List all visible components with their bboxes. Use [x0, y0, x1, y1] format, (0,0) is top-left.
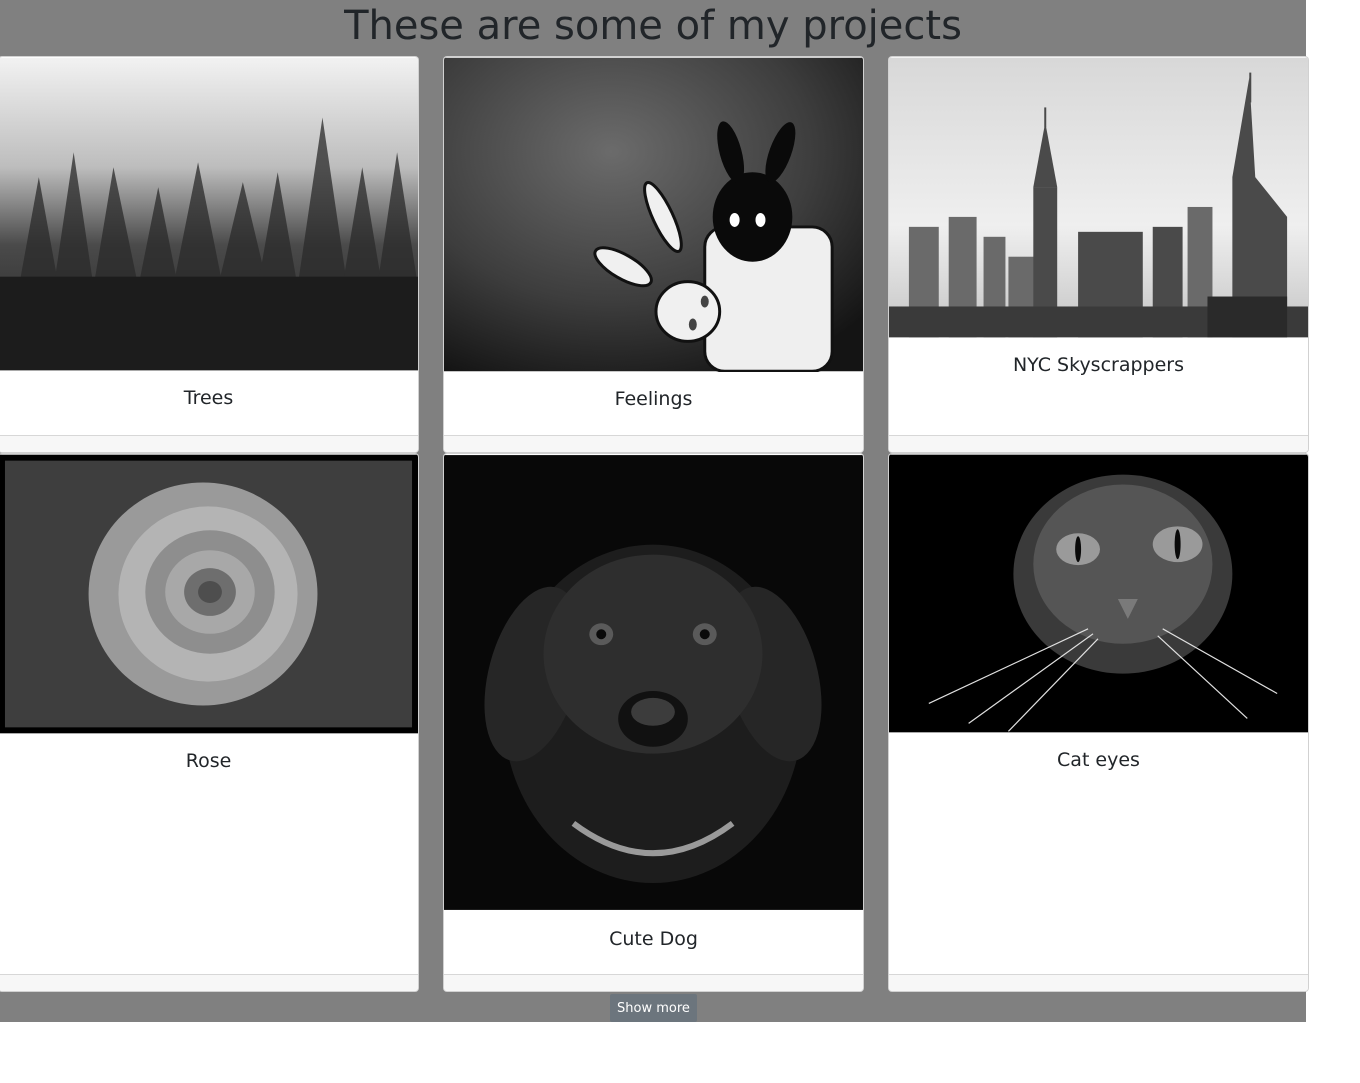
card-title: Feelings	[614, 388, 693, 410]
card-footer	[444, 435, 863, 452]
dog-image	[444, 455, 863, 910]
card-footer	[0, 974, 418, 991]
rose-image	[0, 454, 418, 734]
project-card-trees[interactable]: Trees	[0, 56, 419, 453]
nyc-image	[889, 57, 1308, 338]
projects-section: These are some of my projects Trees Feel…	[0, 0, 1309, 1022]
card-footer	[889, 974, 1308, 991]
project-card-rose[interactable]: Rose	[0, 453, 419, 992]
card-footer	[444, 974, 863, 991]
cat-image	[889, 454, 1308, 733]
show-more-button[interactable]: Show more	[610, 994, 697, 1022]
card-title: Cat eyes	[1057, 749, 1140, 771]
project-card-nyc-skyscrappers[interactable]: NYC Skyscrappers	[888, 56, 1309, 453]
card-title: NYC Skyscrappers	[1012, 354, 1185, 376]
page-title: These are some of my projects	[344, 3, 962, 49]
project-card-cute-dog[interactable]: Cute Dog	[443, 453, 864, 992]
card-footer	[889, 435, 1308, 452]
trees-image	[0, 57, 418, 371]
project-card-feelings[interactable]: Feelings	[443, 56, 864, 453]
feelings-image	[444, 57, 863, 372]
card-footer	[0, 435, 418, 452]
card-title: Cute Dog	[609, 928, 698, 950]
card-title: Trees	[183, 387, 234, 409]
card-title: Rose	[185, 750, 232, 772]
project-card-cat-eyes[interactable]: Cat eyes	[888, 453, 1309, 992]
